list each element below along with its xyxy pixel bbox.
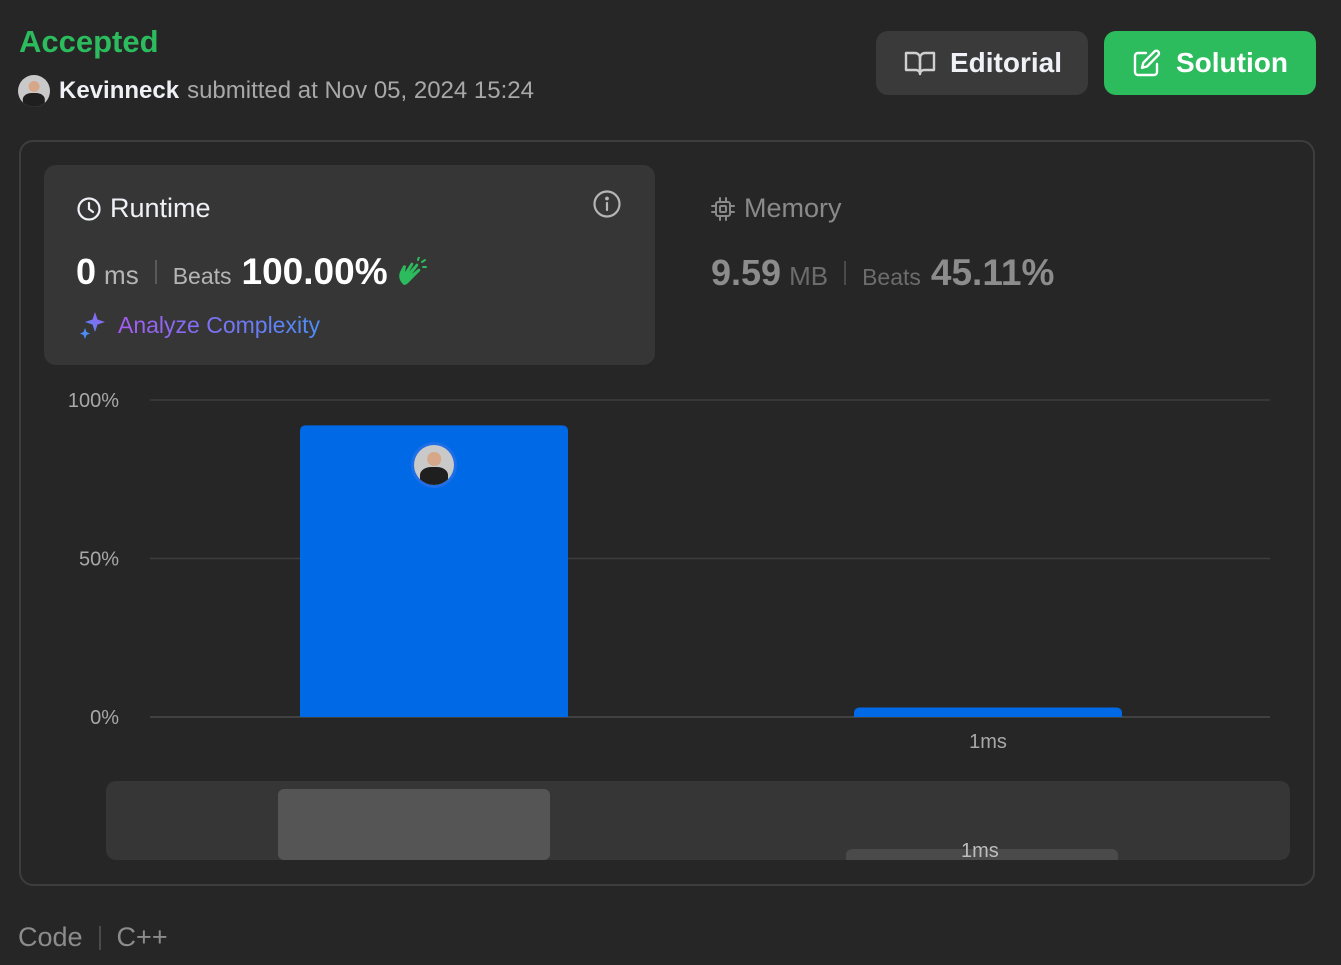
divider [844, 261, 847, 285]
code-label: Code [18, 922, 83, 952]
submission-meta: Kevinneck submitted at Nov 05, 2024 15:2… [18, 74, 534, 108]
my-submission-avatar[interactable] [414, 445, 454, 485]
memory-beats-label: Beats [862, 264, 921, 290]
editorial-button[interactable]: Editorial [876, 31, 1088, 95]
memory-title-text: Memory [744, 193, 842, 223]
chart-range-navigator[interactable] [106, 781, 1290, 860]
info-icon[interactable] [592, 189, 622, 219]
user-avatar[interactable] [18, 75, 50, 107]
chip-icon [711, 196, 735, 221]
analyze-complexity-link[interactable]: Analyze Complexity [78, 310, 320, 340]
username-link[interactable]: Kevinneck [59, 77, 179, 105]
memory-unit: MB [789, 261, 829, 291]
divider [154, 260, 157, 284]
runtime-value: 0 [76, 251, 97, 292]
analyze-complexity-label: Analyze Complexity [118, 311, 320, 338]
runtime-beats-label: Beats [172, 263, 232, 289]
status-label: Accepted [19, 24, 159, 59]
solution-label: Solution [1176, 47, 1288, 78]
divider [98, 925, 101, 950]
sparkle-icon [80, 312, 105, 339]
runtime-beats-pct: 100.00% [241, 251, 388, 292]
runtime-title-text: Runtime [110, 193, 211, 223]
submitted-time: submitted at Nov 05, 2024 15:24 [187, 77, 534, 104]
solution-button[interactable]: Solution [1104, 31, 1316, 95]
edit-icon [1133, 49, 1161, 77]
code-header: Code C++ [18, 922, 168, 953]
runtime-title: Runtime [76, 193, 211, 224]
clock-icon [77, 196, 101, 221]
memory-value: 9.59 [711, 252, 782, 293]
book-icon [904, 51, 936, 76]
memory-title[interactable]: Memory [710, 193, 842, 224]
runtime-unit: ms [104, 260, 139, 290]
clap-icon [398, 257, 427, 285]
memory-stats: 9.59 MB Beats 45.11% [711, 252, 1054, 294]
navigator-bar[interactable] [278, 789, 550, 860]
navigator-tick-label: 1ms [961, 840, 999, 862]
memory-beats-pct: 45.11% [930, 252, 1055, 293]
editorial-label: Editorial [950, 47, 1063, 78]
language-label[interactable]: C++ [117, 922, 168, 953]
runtime-stats: 0 ms Beats 100.00% [76, 251, 428, 293]
